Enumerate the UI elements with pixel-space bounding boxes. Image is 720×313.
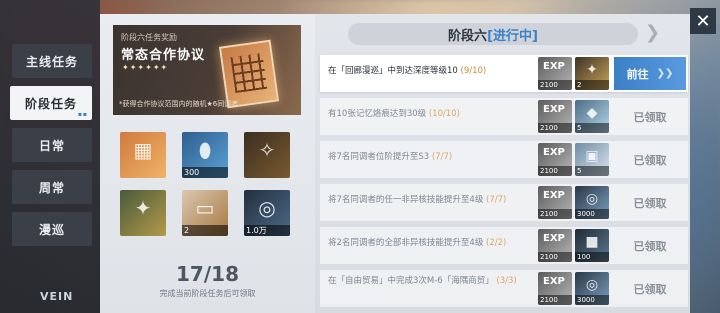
reward-item[interactable]: ▭ 2	[182, 190, 228, 236]
crystal-reward[interactable]: ◆ 5	[575, 100, 609, 133]
task-row: 在「自由贸易」中完成3次M-6「海隅商贸」 (3/3) 2100 ◎3000 已…	[320, 270, 688, 307]
stage-reward-banner: 阶段六任务奖励 常态合作协议 ✦✦✦✦✦✦ *获得合作协议范围内的随机★6同调者	[113, 25, 301, 115]
box-reward[interactable]: ▣ 5	[575, 143, 609, 176]
tab-stage-quest[interactable]: 阶段任务	[10, 86, 92, 120]
coin-icon: ◎	[585, 190, 599, 207]
star-card-icon: ✧	[258, 137, 276, 162]
claimed-label: 已领取	[633, 111, 667, 124]
tab-weekly[interactable]: 周常	[12, 170, 92, 204]
claimed-label: 已领取	[633, 283, 667, 296]
exp-reward[interactable]: 2100	[538, 186, 572, 219]
stage-header: 阶段六 [进行中]	[348, 23, 638, 45]
progress-total: /18	[203, 262, 239, 286]
task-row: 有10张记忆烙痕达到30级 (10/10) 2100 ◆5 已领取	[320, 98, 688, 135]
ticket-icon: ▭	[195, 195, 215, 220]
item-count: 300	[182, 167, 228, 178]
chest-icon: ■	[585, 233, 599, 250]
claimed-label: 已领取	[633, 197, 667, 210]
exp-reward[interactable]: 2100	[538, 57, 572, 90]
tab-main-quest[interactable]: 主线任务	[12, 44, 92, 78]
coin-reward[interactable]: ◎ 3000	[575, 186, 609, 219]
claimed-label: 已领取	[633, 154, 667, 167]
progress-hint: 完成当前阶段任务后可领取	[159, 289, 256, 298]
task-row: 在「回廊漫巡」中到达深度等级10 (9/10) 2100 ✦2 前往❯❯	[320, 55, 688, 92]
coin-icon: ◎	[585, 276, 599, 293]
coin-icon: ◎	[258, 195, 276, 220]
banner-subtitle: 阶段六任务奖励	[121, 33, 177, 42]
bottle-icon: ⬮	[198, 137, 212, 162]
task-description: 将7名同调者位阶提升至S3 (7/7)	[328, 152, 453, 162]
task-description: 将7名同调者的任一非异核技能提升至4级 (7/7)	[328, 195, 507, 205]
stage-state: [进行中]	[487, 28, 538, 44]
reward-item[interactable]: ◎ 1.0万	[244, 190, 290, 236]
banner-stars: ✦✦✦✦✦✦	[122, 63, 169, 72]
task-list-panel: ❮ 阶段六[进行中] ❯ 在「回廊漫巡」中到达深度等级10 (9/10) 210…	[315, 14, 690, 313]
star-card-green-icon: ✦	[134, 195, 152, 220]
close-button[interactable]: ✕	[690, 8, 716, 34]
task-description: 在「回廊漫巡」中到达深度等级10 (9/10)	[328, 66, 487, 76]
next-stage-arrow-icon[interactable]: ❯	[645, 22, 660, 43]
item-count: 1.0万	[244, 225, 290, 236]
task-row: 将7名同调者位阶提升至S3 (7/7) 2100 ▣5 已领取	[320, 141, 688, 178]
exp-reward[interactable]: 2100	[538, 272, 572, 305]
tab-daily[interactable]: 日常	[12, 128, 92, 162]
tab-patrol[interactable]: 漫巡	[12, 212, 92, 246]
item-count: 2	[182, 225, 228, 236]
stage-progress: 17/18 完成当前阶段任务后可领取	[100, 262, 315, 299]
task-category-sidebar: 主线任务 阶段任务 日常 周常 漫巡 VEIN	[0, 0, 100, 313]
grid-card-icon: ▦	[133, 137, 153, 162]
gold-reward[interactable]: ✦ 2	[575, 57, 609, 90]
gold-card-icon: ✦	[586, 61, 598, 78]
banner-title: 常态合作协议	[121, 48, 206, 63]
chest-reward[interactable]: ■ 100	[575, 229, 609, 262]
go-button[interactable]: 前往 ❯❯	[614, 57, 686, 90]
stage-name: 阶段六	[448, 28, 488, 44]
task-description: 将2名同调者的全部非异核技能提升至4级 (2/2)	[328, 238, 507, 248]
game-logo: VEIN	[40, 290, 74, 303]
exp-reward[interactable]: 2100	[538, 100, 572, 133]
task-row: 将2名同调者的全部非异核技能提升至4级 (2/2) 2100 ■100 已领取	[320, 227, 688, 264]
progress-current: 17	[176, 262, 204, 286]
coin-reward[interactable]: ◎ 3000	[575, 272, 609, 305]
banner-note: *获得合作协议范围内的随机★6同调者	[119, 100, 239, 108]
crystal-icon: ◆	[586, 104, 598, 121]
reward-item[interactable]: ⬮ 300	[182, 132, 228, 178]
exp-reward[interactable]: 2100	[538, 229, 572, 262]
task-description: 在「自由贸易」中完成3次M-6「海隅商贸」 (3/3)	[328, 276, 517, 286]
stage-reward-panel: 阶段六任务奖励 常态合作协议 ✦✦✦✦✦✦ *获得合作协议范围内的随机★6同调者…	[100, 14, 315, 313]
reward-item[interactable]: ▦	[120, 132, 166, 178]
task-description: 有10张记忆烙痕达到30级 (10/10)	[328, 109, 460, 119]
claimed-label: 已领取	[633, 240, 667, 253]
reward-item[interactable]: ✧	[244, 132, 290, 178]
task-row: 将7名同调者的任一非异核技能提升至4级 (7/7) 2100 ◎3000 已领取	[320, 184, 688, 221]
reward-item[interactable]: ✦	[120, 190, 166, 236]
gift-box-icon: ▣	[585, 147, 599, 164]
exp-reward[interactable]: 2100	[538, 143, 572, 176]
